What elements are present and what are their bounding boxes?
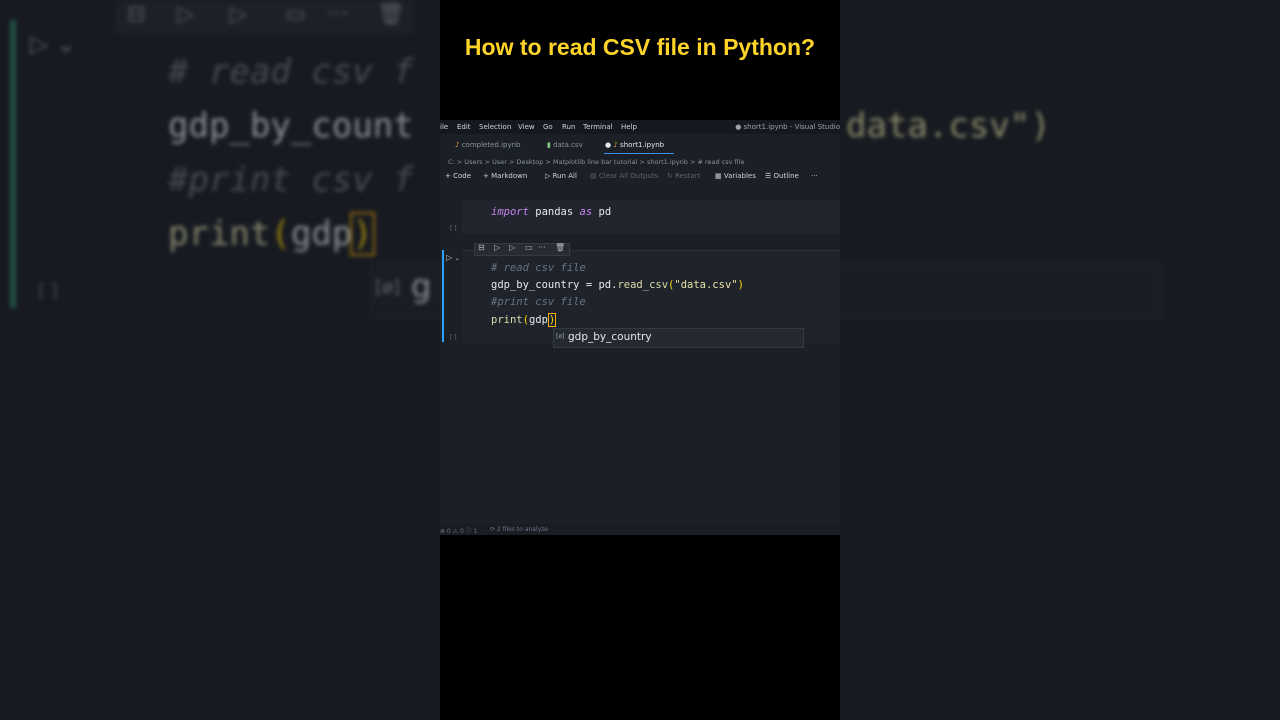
play-icon: ▷ — [545, 172, 551, 180]
execution-count-2: [ ] — [450, 334, 457, 341]
unsaved-dot-icon: ● — [605, 141, 612, 149]
code-line: gdp_by_country = pd.read_csv("data.csv") — [491, 279, 744, 291]
variables-icon: ▦ — [715, 172, 722, 180]
code-line: # read csv file — [491, 262, 586, 274]
bg-suggestion-box: [ø] g — [370, 262, 440, 320]
bg-run-above-icon: ▷ — [177, 2, 194, 27]
video-title: How to read CSV file in Python? — [464, 34, 816, 60]
autocomplete-item[interactable]: gdp_by_country — [568, 331, 652, 343]
code-line: #print csv file — [491, 296, 586, 308]
split-cell-icon[interactable]: ⊟ — [478, 243, 485, 252]
bg-split-icon: ⊟ — [127, 2, 146, 27]
window-title: ● short1.ipynb - Visual Studio — [735, 123, 840, 131]
focused-cell-indicator — [442, 250, 444, 342]
bg-suggestion-box — [840, 262, 1162, 320]
run-above-icon[interactable]: ▷ — [494, 243, 500, 252]
run-all-button[interactable]: ▷ Run All — [545, 172, 577, 180]
add-markdown-button[interactable]: + Markdown — [483, 172, 527, 180]
background-left: ⊟ ▷ ▷ ▭ ··· 🗑 ▷ ⌄ # read csv f gdp_by_co… — [0, 0, 440, 720]
delete-cell-icon[interactable]: 🗑 — [555, 243, 565, 252]
bg-code-line: print(gdp) — [168, 212, 375, 256]
restart-icon: ↻ — [667, 172, 673, 180]
bg-code-line: gdp_by_count — [168, 106, 414, 146]
bg-run-cell-icon: ▷ ⌄ — [30, 30, 77, 58]
execution-count-1: [ ] — [450, 225, 457, 232]
python-notebook-icon: ♪ — [613, 141, 618, 149]
outline-icon: ☰ — [765, 172, 772, 180]
menu-bar: ile Edit Selection View Go Run Terminal … — [440, 120, 840, 134]
add-code-button[interactable]: + Code — [445, 172, 471, 180]
breadcrumb[interactable]: C: > Users > User > Desktop > Matplotlib… — [448, 158, 744, 166]
notebook-toolbar: + Code + Markdown ▷ Run All ▤ Clear All … — [440, 171, 840, 184]
menu-selection[interactable]: Selection — [479, 123, 511, 131]
bg-split-cell-icon: ▭ — [285, 2, 306, 27]
run-cell-button[interactable]: ▷ ⌄ — [446, 253, 460, 262]
tab-completed[interactable]: ♪ completed.ipynb — [455, 141, 520, 149]
bg-code-line: # read csv f — [168, 52, 414, 92]
vscode-window: ile Edit Selection View Go Run Terminal … — [440, 120, 840, 535]
outline-button[interactable]: ☰ Outline — [765, 172, 799, 180]
active-tab-indicator — [604, 153, 674, 154]
bg-execution-bracket: [ ] — [38, 280, 58, 301]
menu-help[interactable]: Help — [621, 123, 637, 131]
menu-view[interactable]: View — [518, 123, 535, 131]
background-gutter — [10, 20, 16, 308]
variables-button[interactable]: ▦ Variables — [715, 172, 756, 180]
clear-outputs-button[interactable]: ▤ Clear All Outputs — [590, 172, 658, 180]
restart-button[interactable]: ↻ Restart — [667, 172, 700, 180]
menu-file[interactable]: ile — [440, 123, 448, 131]
cell-split-icon[interactable]: ▭ — [525, 243, 533, 252]
menu-terminal[interactable]: Terminal — [583, 123, 613, 131]
status-bar: ⊗ 0 ⚠ 0 ⓘ 1 ⟳ 2 files to analyze — [440, 524, 840, 535]
menu-edit[interactable]: Edit — [457, 123, 471, 131]
bg-variable-icon: [ø] — [375, 277, 401, 298]
clear-icon: ▤ — [590, 172, 597, 180]
problems-status[interactable]: ⊗ 0 ⚠ 0 ⓘ 1 — [440, 526, 477, 535]
code-line: import pandas as pd — [491, 206, 612, 218]
background-cell-toolbar: ⊟ ▷ ▷ ▭ ··· 🗑 — [115, 0, 415, 34]
csv-file-icon: ▮ — [547, 141, 551, 149]
variable-icon: [ø] — [556, 333, 565, 340]
cell-toolbar: ⊟ ▷ ▷ ▭ ··· 🗑 — [474, 243, 570, 256]
bg-code-line: #print csv f — [168, 160, 414, 200]
code-line-active: print(gdp) — [491, 313, 557, 327]
run-below-icon[interactable]: ▷ — [509, 243, 515, 252]
tab-short1[interactable]: ● ♪ short1.ipynb — [605, 141, 664, 149]
bg-code-line: data.csv") — [846, 106, 1051, 146]
bg-delete-icon: 🗑 — [377, 2, 405, 27]
editor-tabs: ♪ completed.ipynb ▮ data.csv ● ♪ short1.… — [440, 138, 840, 154]
tab-data-csv[interactable]: ▮ data.csv — [547, 141, 583, 149]
more-actions-button[interactable]: ··· — [811, 172, 818, 180]
plus-icon: + — [445, 172, 451, 180]
plus-icon: + — [483, 172, 489, 180]
bg-run-below-icon: ▷ — [230, 2, 247, 27]
python-notebook-icon: ♪ — [455, 141, 460, 149]
bg-more-icon: ··· — [327, 2, 348, 27]
menu-run[interactable]: Run — [562, 123, 575, 131]
more-icon[interactable]: ··· — [538, 243, 546, 252]
play-icon: ▷ — [446, 253, 453, 262]
background-right: data.csv") — [840, 0, 1280, 720]
chevron-down-icon: ⌄ — [454, 255, 460, 262]
autocomplete-popup: [ø] gdp_by_country — [553, 328, 804, 348]
analysis-status[interactable]: ⟳ 2 files to analyze — [490, 526, 548, 533]
menu-go[interactable]: Go — [543, 123, 553, 131]
